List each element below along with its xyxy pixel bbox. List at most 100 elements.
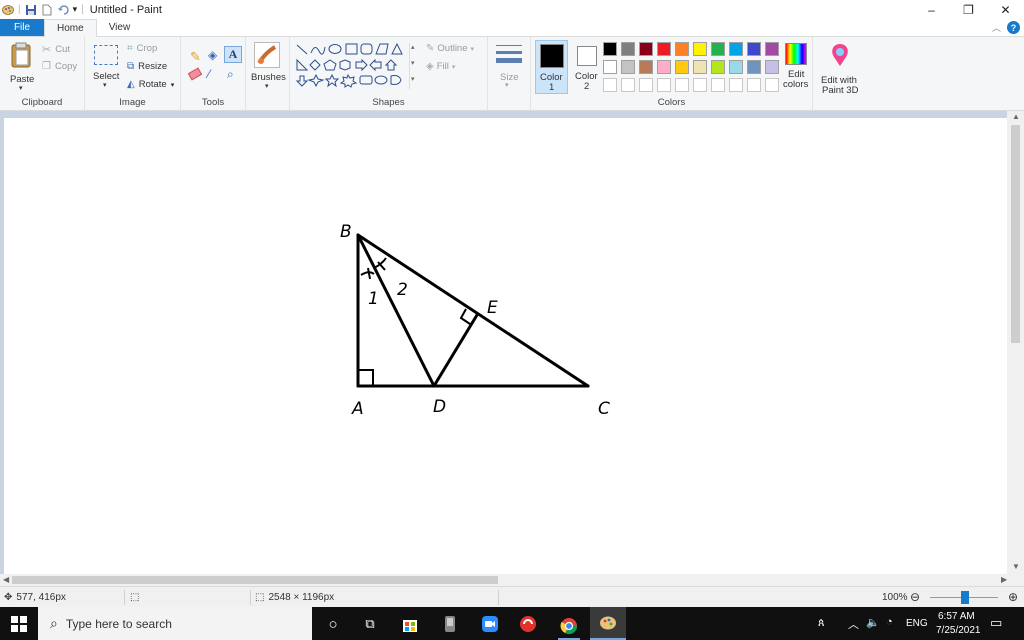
horizontal-scroll-thumb[interactable] bbox=[12, 576, 498, 584]
store-icon[interactable] bbox=[399, 613, 421, 635]
custom-color-slot[interactable] bbox=[765, 78, 779, 92]
show-hidden-icons[interactable]: ︿ bbox=[848, 616, 859, 632]
angle-arc-1 bbox=[360, 271, 375, 276]
paste-button[interactable]: Paste ▾ bbox=[6, 40, 36, 92]
magnifier-icon[interactable]: ⌕ bbox=[227, 67, 234, 82]
text-tool-icon[interactable]: A bbox=[224, 46, 242, 63]
chrome-icon[interactable] bbox=[558, 613, 580, 640]
shapes-scroll[interactable]: ▴ ▾ ▾ bbox=[409, 43, 418, 89]
color-swatch[interactable] bbox=[639, 42, 653, 56]
cortana-icon[interactable]: ○ bbox=[322, 613, 344, 635]
language-indicator[interactable]: ENG bbox=[906, 618, 928, 629]
network-icon[interactable]: ◔ bbox=[886, 616, 893, 628]
taskbar-search-box[interactable]: ⌕ Type here to search bbox=[38, 607, 312, 640]
drawing-canvas[interactable]: B A D C E 1 2 bbox=[4, 118, 1008, 574]
custom-color-slot[interactable] bbox=[603, 78, 617, 92]
color-swatch[interactable] bbox=[693, 42, 707, 56]
scroll-down-icon[interactable]: ▼ bbox=[1012, 562, 1020, 571]
scroll-up-icon[interactable]: ▲ bbox=[1012, 112, 1020, 121]
custom-color-slot[interactable] bbox=[747, 78, 761, 92]
clipboard-group-label: Clipboard bbox=[21, 97, 63, 108]
eraser-icon[interactable] bbox=[187, 67, 203, 81]
minimize-button[interactable]: – bbox=[913, 0, 950, 19]
vertical-scrollbar[interactable]: ▲ ▼ bbox=[1007, 111, 1024, 574]
color-picker-icon[interactable]: ⁄ bbox=[208, 67, 210, 81]
brushes-group[interactable]: Brushes ▾ bbox=[246, 37, 290, 111]
size-button[interactable]: Size ▾ bbox=[492, 41, 526, 91]
zoom-in-icon[interactable]: ⊕ bbox=[1008, 590, 1018, 604]
color-swatch[interactable] bbox=[603, 60, 617, 74]
new-file-icon[interactable] bbox=[41, 4, 53, 16]
undo-icon[interactable] bbox=[57, 4, 69, 16]
color-swatch[interactable] bbox=[747, 42, 761, 56]
volume-icon[interactable]: 🔈 bbox=[866, 616, 880, 629]
tab-view[interactable]: View bbox=[97, 19, 143, 36]
tab-home[interactable]: Home bbox=[44, 19, 97, 37]
color-swatch[interactable] bbox=[729, 42, 743, 56]
people-icon[interactable]: ጰ bbox=[818, 617, 825, 630]
shapes-gallery[interactable] bbox=[295, 43, 415, 93]
zoom-out-icon[interactable]: ⊖ bbox=[910, 590, 920, 604]
scroll-left-icon[interactable]: ◀ bbox=[3, 575, 9, 584]
color-swatch[interactable] bbox=[765, 42, 779, 56]
custom-color-slot[interactable] bbox=[711, 78, 725, 92]
resize-button[interactable]: ⧉ Resize bbox=[127, 61, 167, 72]
color-swatch[interactable] bbox=[603, 42, 617, 56]
color-swatch[interactable] bbox=[711, 42, 725, 56]
paint-taskbar-icon[interactable] bbox=[590, 607, 626, 640]
zoom-slider-thumb[interactable] bbox=[961, 591, 969, 604]
color-swatch[interactable] bbox=[747, 60, 761, 74]
copy-button[interactable]: ❐ Copy bbox=[42, 61, 77, 72]
color-swatch[interactable] bbox=[657, 42, 671, 56]
custom-color-slot[interactable] bbox=[675, 78, 689, 92]
edit-with-paint3d-button[interactable]: Edit with Paint 3D bbox=[815, 41, 865, 96]
notifications-icon[interactable]: ▭ bbox=[990, 615, 1002, 631]
color-swatch[interactable] bbox=[621, 42, 635, 56]
outline-button[interactable]: ✎ Outline ▾ bbox=[426, 43, 474, 54]
app-icon-red[interactable] bbox=[517, 613, 539, 635]
scroll-right-icon[interactable]: ▶ bbox=[1001, 575, 1007, 584]
rotate-dropdown-icon: ▾ bbox=[170, 81, 175, 89]
edit-colors-button[interactable]: Edit colors bbox=[781, 41, 813, 93]
customize-qat-icon[interactable]: ▾ bbox=[73, 4, 78, 15]
select-button[interactable]: Select ▾ bbox=[91, 43, 119, 89]
help-icon[interactable]: ? bbox=[1007, 21, 1020, 34]
fill-bucket-icon[interactable]: ◈ bbox=[208, 48, 217, 62]
vertical-scroll-thumb[interactable] bbox=[1011, 125, 1020, 343]
clock-time[interactable]: 6:57 AM bbox=[938, 611, 975, 622]
fill-button[interactable]: ◈ Fill ▾ bbox=[426, 61, 455, 72]
color-swatch[interactable] bbox=[675, 42, 689, 56]
custom-color-slot[interactable] bbox=[639, 78, 653, 92]
color-swatch[interactable] bbox=[693, 60, 707, 74]
clock-date[interactable]: 7/25/2021 bbox=[936, 625, 981, 636]
color-swatch[interactable] bbox=[675, 60, 689, 74]
media-player-icon[interactable] bbox=[439, 613, 461, 635]
shapes-group: ▴ ▾ ▾ ✎ Outline ▾ ◈ Fill ▾ Shapes bbox=[290, 37, 488, 111]
color-swatch[interactable] bbox=[621, 60, 635, 74]
maximize-button[interactable]: ❐ bbox=[950, 0, 987, 19]
pencil-icon[interactable]: ✎ bbox=[190, 49, 201, 65]
custom-color-slot[interactable] bbox=[657, 78, 671, 92]
crop-button[interactable]: ⌗ Crop bbox=[127, 43, 157, 54]
custom-color-slot[interactable] bbox=[693, 78, 707, 92]
cut-button[interactable]: ✂ Cut bbox=[42, 43, 70, 56]
rotate-button[interactable]: ◭ Rotate ▾ bbox=[127, 79, 174, 90]
save-icon[interactable] bbox=[25, 4, 37, 16]
zoom-app-icon[interactable] bbox=[479, 613, 501, 635]
color-swatch[interactable] bbox=[765, 60, 779, 74]
paint-app-icon[interactable] bbox=[2, 4, 14, 16]
close-button[interactable]: ✕ bbox=[987, 0, 1024, 19]
color-swatch[interactable] bbox=[729, 60, 743, 74]
color1-button[interactable]: Color 1 bbox=[535, 40, 568, 94]
color2-button[interactable]: Color 2 bbox=[571, 40, 604, 94]
custom-color-slot[interactable] bbox=[729, 78, 743, 92]
color-swatch[interactable] bbox=[711, 60, 725, 74]
windows-start-icon[interactable] bbox=[8, 613, 30, 635]
custom-color-slot[interactable] bbox=[621, 78, 635, 92]
tab-file[interactable]: File bbox=[0, 19, 44, 36]
color-swatch[interactable] bbox=[639, 60, 653, 74]
color-swatch[interactable] bbox=[657, 60, 671, 74]
collapse-ribbon-icon[interactable]: ︿ bbox=[992, 21, 1001, 34]
task-view-icon[interactable]: ⧉ bbox=[359, 613, 381, 635]
horizontal-scrollbar[interactable]: ◀ ▶ bbox=[0, 574, 1024, 586]
